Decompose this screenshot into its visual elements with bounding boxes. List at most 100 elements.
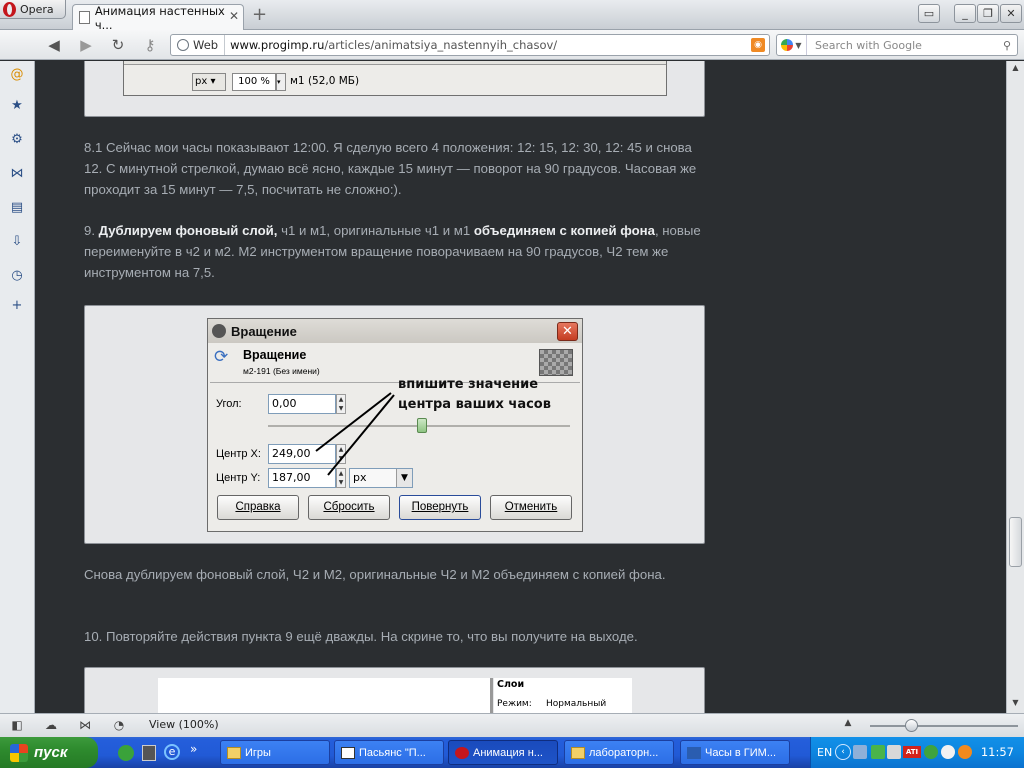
start-button[interactable]: пуск	[0, 737, 98, 768]
scroll-up-arrow-icon[interactable]: ▲	[1009, 63, 1022, 76]
new-tab-plus-icon[interactable]: +	[252, 6, 267, 24]
mode-value[interactable]: Нормальный	[546, 699, 606, 709]
article-image-rotate-dialog: Вращение ✕ ⟳ Вращение м2-191 (Без имени)…	[84, 305, 705, 544]
reload-icon[interactable]: ↻	[108, 35, 128, 55]
search-icon[interactable]: ⚲	[997, 39, 1017, 52]
quicklaunch-more-icon[interactable]: »	[190, 742, 197, 756]
opera-logo-icon	[3, 1, 16, 17]
language-indicator[interactable]: EN	[817, 746, 832, 759]
scrollbar-thumb[interactable]	[1009, 517, 1022, 567]
text: ч1 и м1, оригинальные ч1 и м1	[277, 223, 474, 238]
search-box[interactable]: ▼ Search with Google ⚲	[776, 34, 1018, 56]
folder-icon	[571, 746, 585, 759]
rotate-dialog: Вращение ✕ ⟳ Вращение м2-191 (Без имени)…	[207, 318, 583, 532]
step-number: 9.	[84, 223, 99, 238]
trash-icon[interactable]: ▭	[918, 4, 940, 23]
gimp-quicklaunch-icon[interactable]	[142, 745, 156, 761]
status-bar: ◧ ☁ ⋈ ◔ View (100%) ▲	[0, 713, 1024, 737]
taskbar-item-opera[interactable]: Анимация н...	[448, 740, 558, 765]
article-paragraph-step9: 9. Дублируем фоновый слой, ч1 и м1, ориг…	[84, 220, 709, 283]
google-icon	[781, 39, 794, 51]
url-path: /articles/animatsiya_nastennyih_chasov/	[324, 38, 558, 52]
taskbar-item-label: Игры	[245, 746, 271, 759]
download-tray-icon[interactable]	[871, 745, 885, 759]
windows-taskbar: пуск e » Игры Пасьянс "П... Анимация н..…	[0, 737, 1024, 768]
tab-active[interactable]: Анимация настенных ч... ✕	[72, 3, 244, 32]
taskbar-item-word[interactable]: Часы в ГИМ...	[680, 740, 790, 765]
network-icon[interactable]	[853, 745, 867, 759]
gimp-window-fragment: ◂ ⦙⦙⦙ ▸ ✥ px ▾ 100 % ▾ м1 (52,0 МБ)	[123, 61, 667, 96]
back-arrow-icon[interactable]: ◀	[44, 35, 64, 55]
vertical-scrollbar[interactable]: ▲ ▼	[1006, 61, 1024, 713]
url-text[interactable]: www.progimp.ru/articles/animatsiya_naste…	[225, 38, 557, 52]
scroll-left-arrow-icon[interactable]: ◂	[124, 61, 136, 62]
opera-icon	[455, 746, 469, 759]
zoom-slider[interactable]	[870, 725, 1018, 727]
article-image-top: ◂ ⦙⦙⦙ ▸ ✥ px ▾ 100 % ▾ м1 (52,0 МБ)	[84, 61, 705, 117]
tray-collapse-icon[interactable]: ‹	[835, 744, 851, 760]
notes-icon[interactable]: ▤	[8, 198, 26, 216]
opera-link-cloud-icon[interactable]: ☁	[43, 718, 59, 734]
minimize-window-icon[interactable]: _	[954, 4, 976, 23]
navigate-cross-icon[interactable]: ✥	[652, 61, 666, 65]
ati-icon[interactable]: ATI	[903, 746, 921, 758]
rss-feed-icon[interactable]: ◉	[751, 38, 765, 52]
word-document-icon	[687, 746, 701, 759]
close-window-icon[interactable]: ✕	[1000, 4, 1022, 23]
reset-button[interactable]: Сбросить	[308, 495, 390, 520]
restore-window-icon[interactable]: ❐	[977, 4, 999, 23]
layers-panel: Слои Режим: Нормальный	[494, 678, 632, 713]
article-paragraph: 10. Повторяйте действия пункта 9 ещё два…	[84, 629, 638, 644]
clock[interactable]: 11:57	[981, 745, 1014, 759]
horizontal-scrollbar[interactable]: ◂ ⦙⦙⦙ ▸	[124, 61, 666, 65]
downloads-icon[interactable]: ⇩	[8, 232, 26, 250]
zoom-slider-handle[interactable]	[905, 719, 918, 732]
tab-close-icon[interactable]: ✕	[229, 9, 239, 23]
taskbar-item-label: Пасьянс "П...	[359, 746, 426, 759]
widgets-gear-icon[interactable]: ⚙	[8, 130, 26, 148]
key-icon[interactable]: ⚷	[140, 35, 160, 55]
search-input[interactable]: Search with Google	[807, 39, 997, 52]
panel-toggle-icon[interactable]: ◧	[9, 718, 25, 734]
scroll-down-arrow-icon[interactable]: ▼	[1009, 698, 1022, 711]
internet-explorer-icon[interactable]: e	[164, 744, 180, 760]
system-tray: EN ‹ ATI 11:57	[810, 737, 1024, 768]
unit-value: px	[195, 76, 208, 87]
printer-icon[interactable]	[887, 745, 901, 759]
unit-select[interactable]: px ▾	[192, 73, 226, 91]
cancel-button[interactable]: Отменить	[490, 495, 572, 520]
rotate-button[interactable]: Повернуть	[399, 495, 481, 520]
turbo-icon[interactable]: ◔	[111, 718, 127, 734]
taskbar-item-solitaire[interactable]: Пасьянс "П...	[334, 740, 444, 765]
zoom-field[interactable]: 100 %	[232, 73, 276, 91]
article-paragraph: Снова дублируем фоновый слой, Ч2 и М2, о…	[84, 567, 666, 582]
history-clock-icon[interactable]: ◷	[8, 266, 26, 284]
article-image-result: Слои Режим: Нормальный	[84, 667, 705, 713]
unite-icon[interactable]: ⋈	[77, 718, 93, 734]
mail-icon[interactable]: @	[8, 65, 26, 83]
zoom-out-icon[interactable]: ▲	[840, 718, 856, 734]
add-panel-plus-icon[interactable]: +	[8, 296, 26, 314]
unite-share-icon[interactable]: ⋈	[8, 164, 26, 182]
layers-panel-title: Слои	[497, 679, 525, 690]
divider	[490, 678, 493, 713]
address-mode[interactable]: Web	[171, 35, 226, 55]
tab-title: Анимация настенных ч...	[94, 3, 225, 32]
taskbar-item-label: Часы в ГИМ...	[705, 746, 777, 759]
security-check-icon[interactable]	[924, 745, 938, 759]
address-bar[interactable]: Web www.progimp.ru/articles/animatsiya_n…	[170, 34, 770, 56]
globe-icon	[177, 39, 189, 51]
volume-icon[interactable]	[941, 745, 955, 759]
zoom-status[interactable]: View (100%)	[149, 718, 219, 731]
taskbar-item-lab-folder[interactable]: лабораторн...	[564, 740, 674, 765]
taskbar-item-games[interactable]: Игры	[220, 740, 330, 765]
zoom-dropdown-icon[interactable]: ▾	[276, 73, 286, 91]
help-button[interactable]: Справка	[217, 495, 299, 520]
utorrent-icon[interactable]	[118, 745, 134, 761]
bookmarks-star-icon[interactable]: ★	[8, 96, 26, 114]
search-engine-selector[interactable]: ▼	[777, 35, 807, 55]
update-icon[interactable]	[958, 745, 972, 759]
opera-menu-button[interactable]: Opera	[0, 0, 66, 19]
forward-arrow-icon[interactable]: ▶	[76, 35, 96, 55]
navigation-bar: ◀ ▶ ↻ ⚷ Web www.progimp.ru/articles/anim…	[0, 30, 1024, 60]
